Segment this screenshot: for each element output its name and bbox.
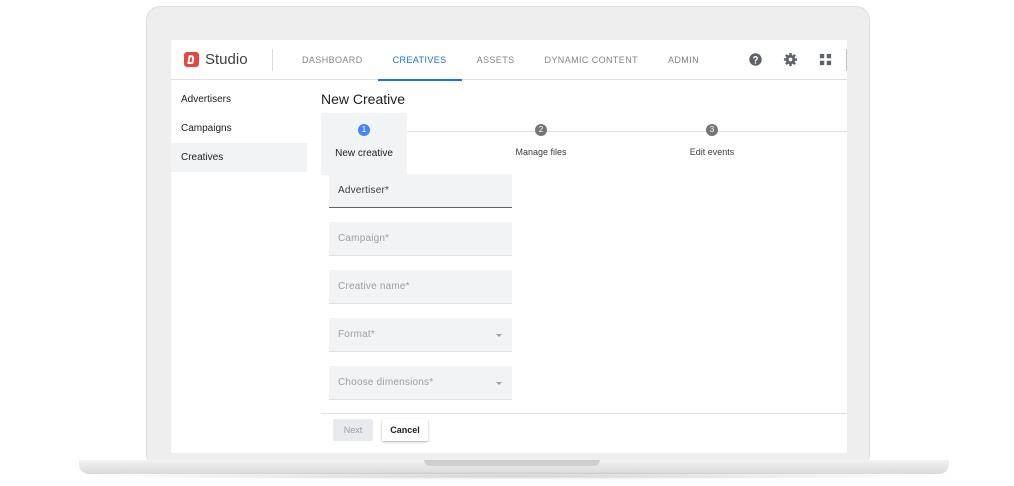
step-edit-events[interactable]: 3 Edit events (672, 113, 752, 157)
sidebar-item-advertisers[interactable]: Advertisers (171, 85, 307, 114)
top-app-bar: Studio DASHBOARD CREATIVES ASSETS DYNAMI… (171, 40, 847, 81)
studio-logo-icon (184, 52, 199, 67)
step-label: Manage files (515, 147, 567, 157)
studio-logo[interactable]: Studio (184, 51, 248, 68)
format-select[interactable]: Format* (329, 318, 512, 352)
laptop-mockup: Studio DASHBOARD CREATIVES ASSETS DYNAMI… (0, 0, 1014, 486)
sidebar-item-campaigns[interactable]: Campaigns (171, 114, 307, 143)
tab-creatives[interactable]: CREATIVES (377, 40, 462, 81)
step-label: Edit events (689, 147, 735, 157)
screen-edge-divider (846, 49, 847, 71)
creative-name-field-label: Creative name* (338, 281, 410, 292)
stepper-line (363, 131, 847, 132)
main-nav: DASHBOARD CREATIVES ASSETS DYNAMIC CONTE… (287, 40, 714, 81)
creative-name-field[interactable]: Creative name* (329, 270, 512, 304)
advertiser-field-label: Advertiser* (338, 185, 390, 196)
laptop-base-notch (424, 460, 600, 466)
app-screen: Studio DASHBOARD CREATIVES ASSETS DYNAMI… (171, 40, 847, 453)
cancel-button[interactable]: Cancel (382, 419, 428, 441)
logo-divider (272, 49, 273, 71)
chevron-down-icon (496, 334, 502, 337)
app-name: Studio (205, 51, 248, 68)
step-number-badge: 2 (535, 124, 547, 136)
gear-icon[interactable] (783, 52, 798, 67)
campaign-field[interactable]: Campaign* (329, 222, 512, 256)
tab-assets[interactable]: ASSETS (462, 40, 530, 80)
next-button[interactable]: Next (333, 419, 373, 441)
step-label: New creative (335, 148, 393, 159)
laptop-shadow (70, 472, 958, 480)
step-number-badge: 1 (358, 124, 370, 136)
campaign-field-label: Campaign* (338, 233, 390, 244)
sidebar: Advertisers Campaigns Creatives (171, 85, 307, 172)
step-manage-files[interactable]: 2 Manage files (501, 113, 581, 157)
top-bar-actions (748, 52, 833, 67)
tab-dynamic-content[interactable]: DYNAMIC CONTENT (530, 40, 654, 80)
dimensions-select[interactable]: Choose dimensions* (329, 366, 512, 400)
advertiser-field[interactable]: Advertiser* (329, 174, 512, 208)
sidebar-item-creatives[interactable]: Creatives (171, 143, 307, 172)
form-footer-divider (321, 413, 847, 414)
step-number-badge: 3 (706, 124, 718, 136)
chevron-down-icon (496, 382, 502, 385)
step-new-creative[interactable]: 1 New creative (321, 113, 407, 175)
tab-admin[interactable]: ADMIN (653, 40, 714, 80)
help-icon[interactable] (748, 52, 763, 67)
format-select-label: Format* (338, 329, 375, 340)
dimensions-select-label: Choose dimensions* (338, 377, 434, 388)
tab-dashboard[interactable]: DASHBOARD (287, 40, 378, 80)
page-title: New Creative (321, 91, 406, 107)
apps-grid-icon[interactable] (818, 52, 833, 67)
